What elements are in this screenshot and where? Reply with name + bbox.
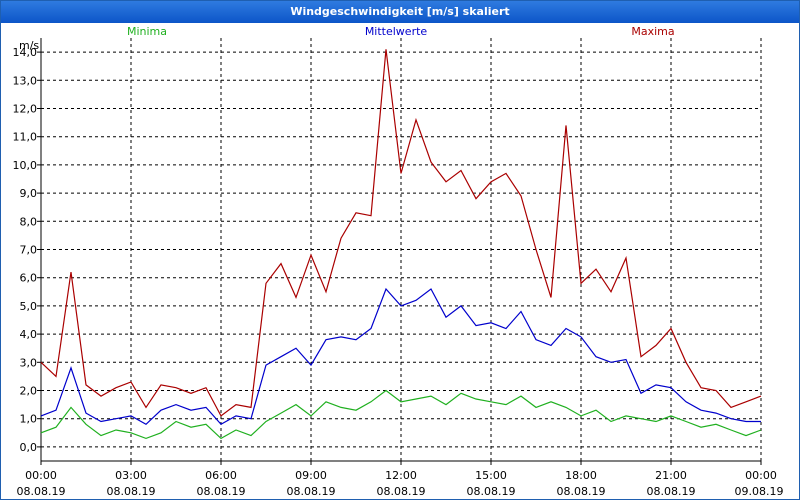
x-tick-date: 08.08.19: [557, 485, 606, 498]
x-tick-date: 08.08.19: [467, 485, 516, 498]
x-tick-time: 00:00: [745, 469, 777, 482]
wind-speed-chart: m/s 0,01,02,03,04,05,06,07,08,09,010,011…: [13, 25, 784, 498]
x-tick-time: 06:00: [205, 469, 237, 482]
y-tick-label: 14,0: [13, 46, 38, 59]
x-tick-time: 00:00: [25, 469, 57, 482]
y-tick-label: 4,0: [20, 328, 38, 341]
y-tick-label: 2,0: [20, 385, 38, 398]
x-tick-time: 18:00: [565, 469, 597, 482]
x-tick-date: 08.08.19: [17, 485, 66, 498]
x-tick-time: 09:00: [295, 469, 327, 482]
x-tick-time: 15:00: [475, 469, 507, 482]
x-tick-date: 08.08.19: [647, 485, 696, 498]
legend-maxima: Maxima: [631, 25, 674, 38]
y-tick-label: 6,0: [20, 272, 38, 285]
legend-mittelwerte: Mittelwerte: [365, 25, 428, 38]
x-tick-date: 09.08.19: [735, 485, 784, 498]
y-tick-label: 0,0: [20, 441, 38, 454]
y-tick-label: 8,0: [20, 215, 38, 228]
y-tick-label: 3,0: [20, 356, 38, 369]
x-tick-time: 12:00: [385, 469, 417, 482]
y-tick-label: 5,0: [20, 300, 38, 313]
y-tick-label: 12,0: [13, 103, 38, 116]
y-tick-label: 10,0: [13, 159, 38, 172]
y-tick-label: 9,0: [20, 187, 38, 200]
y-tick-label: 1,0: [20, 413, 38, 426]
x-tick-date: 08.08.19: [377, 485, 426, 498]
chart-window: Windgeschwindigkeit [m/s] skaliert m/s 0…: [0, 0, 800, 500]
series-minima-line: [40, 389, 762, 440]
y-tick-label: 11,0: [13, 131, 38, 144]
x-tick-date: 08.08.19: [107, 485, 156, 498]
y-tick-label: 7,0: [20, 244, 38, 257]
x-tick-time: 21:00: [655, 469, 687, 482]
x-tick-time: 03:00: [115, 469, 147, 482]
legend-minima: Minima: [127, 25, 167, 38]
x-tick-date: 08.08.19: [197, 485, 246, 498]
x-tick-labels: 00:00 08.08.19 03:00 08.08.19 06:00 08.08.19 0…: [17, 469, 784, 498]
x-tick-date: 08.08.19: [287, 485, 336, 498]
y-tick-label: 13,0: [13, 74, 38, 87]
y-tick-labels: 0,0 1,0 2,0 3,0 4,0 5,0 6,0 7,0 8,0 9,0 10,0 11,0 12…: [13, 46, 38, 454]
